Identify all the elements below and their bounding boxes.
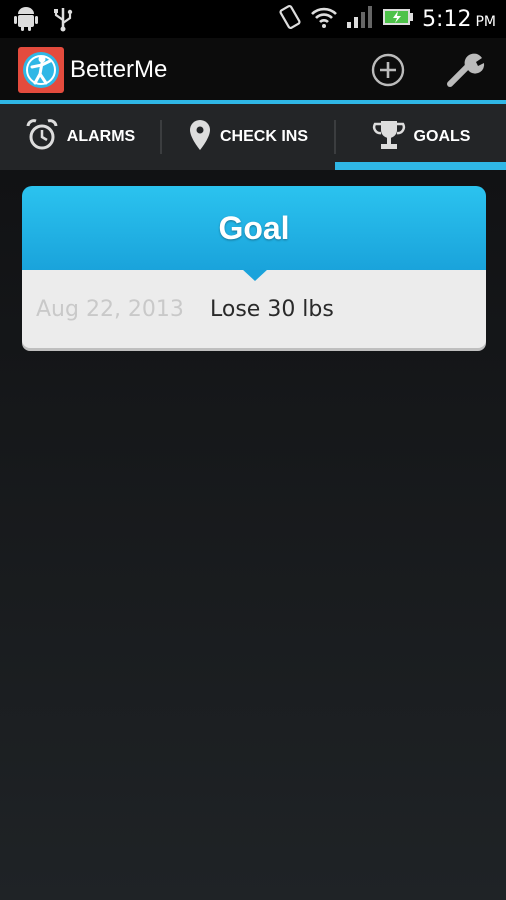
wifi-icon bbox=[310, 5, 338, 34]
add-circle-icon bbox=[371, 53, 405, 87]
tab-check-ins[interactable]: CHECK INS bbox=[162, 104, 334, 170]
goal-card-notch bbox=[242, 269, 268, 281]
clock-time: 5:12 bbox=[422, 7, 472, 32]
battery-icon bbox=[382, 7, 414, 32]
tab-goals-label: GOALS bbox=[413, 128, 471, 145]
tab-alarms-label: ALARMS bbox=[66, 128, 136, 145]
goal-date: Aug 22, 2013 bbox=[36, 296, 184, 322]
status-bar: 5:12 PM bbox=[0, 0, 506, 38]
clock-ampm: PM bbox=[475, 14, 496, 30]
app-logo-icon[interactable] bbox=[18, 47, 64, 93]
settings-button[interactable] bbox=[444, 50, 488, 90]
goal-text: Lose 30 lbs bbox=[210, 296, 334, 322]
add-button[interactable] bbox=[370, 52, 406, 88]
tab-selected-indicator bbox=[335, 162, 506, 170]
wrench-icon bbox=[447, 53, 485, 87]
app-title: BetterMe bbox=[70, 56, 168, 83]
map-pin-icon bbox=[188, 118, 212, 157]
tab-alarms[interactable]: ALARMS bbox=[0, 104, 160, 170]
tab-check-ins-label: CHECK INS bbox=[219, 128, 308, 145]
goals-list: Goal Aug 22, 2013 Lose 30 lbs bbox=[0, 170, 506, 900]
action-bar: BetterMe bbox=[0, 38, 506, 100]
rotate-icon bbox=[278, 4, 302, 35]
usb-icon bbox=[52, 6, 74, 37]
tab-bar: ALARMS CHECK INS GOALS bbox=[0, 104, 506, 170]
tab-goals[interactable]: GOALS bbox=[336, 104, 506, 170]
goal-card-title: Goal bbox=[218, 209, 290, 246]
goal-row[interactable]: Aug 22, 2013 Lose 30 lbs bbox=[22, 270, 486, 348]
android-icon bbox=[14, 6, 38, 37]
goal-card[interactable]: Goal Aug 22, 2013 Lose 30 lbs bbox=[22, 186, 486, 348]
goal-card-header: Goal bbox=[22, 186, 486, 281]
trophy-icon bbox=[372, 118, 406, 157]
signal-icon bbox=[346, 4, 374, 35]
clock: 5:12 PM bbox=[422, 7, 496, 32]
alarm-clock-icon bbox=[25, 118, 59, 157]
